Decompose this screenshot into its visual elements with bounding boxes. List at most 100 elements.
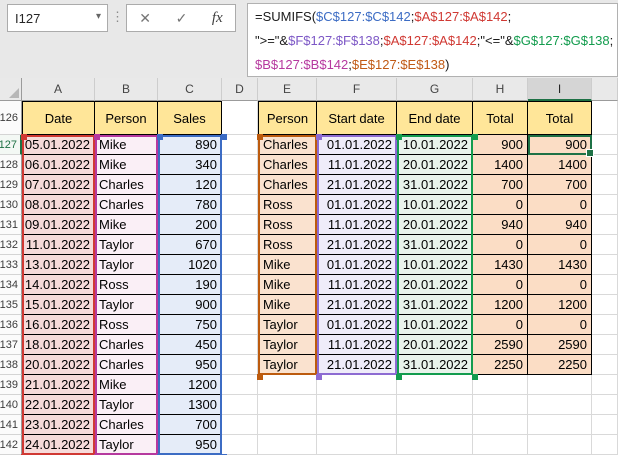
row-header-142[interactable]: 142 xyxy=(0,435,22,455)
cancel-icon[interactable]: ✕ xyxy=(139,10,151,27)
cell-G136[interactable]: 10.01.2022 xyxy=(397,315,473,335)
cell-B130[interactable]: Charles xyxy=(95,195,158,215)
cell-I142[interactable] xyxy=(528,435,592,455)
row-header-141[interactable]: 141 xyxy=(0,415,22,435)
cell-E135[interactable]: Mike xyxy=(258,295,317,315)
column-header-E[interactable]: E xyxy=(258,78,317,101)
cell-A126[interactable]: Date xyxy=(22,101,95,135)
cell-I134[interactable]: 0 xyxy=(528,275,592,295)
cell-I139[interactable] xyxy=(528,375,592,395)
cell-F140[interactable] xyxy=(317,395,397,415)
cell-A134[interactable]: 14.01.2022 xyxy=(22,275,95,295)
cell-A135[interactable]: 15.01.2022 xyxy=(22,295,95,315)
row-header-138[interactable]: 138 xyxy=(0,355,22,375)
cell-I137[interactable]: 2590 xyxy=(528,335,592,355)
cell-B129[interactable]: Charles xyxy=(95,175,158,195)
cell-G128[interactable]: 20.01.2022 xyxy=(397,155,473,175)
cell-F132[interactable]: 21.01.2022 xyxy=(317,235,397,255)
cell-C129[interactable]: 120 xyxy=(158,175,222,195)
cell-I130[interactable]: 0 xyxy=(528,195,592,215)
cell-E129[interactable]: Charles xyxy=(258,175,317,195)
cell-G137[interactable]: 20.01.2022 xyxy=(397,335,473,355)
cell-D129[interactable] xyxy=(222,175,258,195)
cell-B127[interactable]: Mike xyxy=(95,135,158,155)
range-handle[interactable] xyxy=(396,134,402,140)
cell-H127[interactable]: 900 xyxy=(473,135,528,155)
row-header-134[interactable]: 134 xyxy=(0,275,22,295)
cell-F130[interactable]: 01.01.2022 xyxy=(317,195,397,215)
cell-B133[interactable]: Taylor xyxy=(95,255,158,275)
cell-D136[interactable] xyxy=(222,315,258,335)
cell-H135[interactable]: 1200 xyxy=(473,295,528,315)
cell-G142[interactable] xyxy=(397,435,473,455)
cell-A142[interactable]: 24.01.2022 xyxy=(22,435,95,455)
cell-C130[interactable]: 780 xyxy=(158,195,222,215)
cell-B138[interactable]: Charles xyxy=(95,355,158,375)
cell-F127[interactable]: 01.01.2022 xyxy=(317,135,397,155)
column-header-I[interactable]: I xyxy=(528,78,592,101)
column-header-H[interactable]: H xyxy=(473,78,528,101)
cell-A132[interactable]: 11.01.2022 xyxy=(22,235,95,255)
cell-H138[interactable]: 2250 xyxy=(473,355,528,375)
range-handle[interactable] xyxy=(257,134,263,140)
cell-B136[interactable]: Ross xyxy=(95,315,158,335)
cell-I133[interactable]: 1430 xyxy=(528,255,592,275)
row-header-139[interactable]: 139 xyxy=(0,375,22,395)
cell-A136[interactable]: 16.01.2022 xyxy=(22,315,95,335)
range-handle[interactable] xyxy=(157,134,163,140)
cell-D140[interactable] xyxy=(222,395,258,415)
cell-H131[interactable]: 940 xyxy=(473,215,528,235)
cell-B126[interactable]: Person xyxy=(95,101,158,135)
cell-C142[interactable]: 950 xyxy=(158,435,222,455)
cell-A129[interactable]: 07.01.2022 xyxy=(22,175,95,195)
cell-H140[interactable] xyxy=(473,395,528,415)
column-header-D[interactable]: D xyxy=(222,78,258,101)
cell-I126[interactable]: Total xyxy=(528,101,592,135)
cell-partial133[interactable] xyxy=(592,255,618,275)
cell-I132[interactable]: 0 xyxy=(528,235,592,255)
range-handle[interactable] xyxy=(94,134,100,140)
cell-C137[interactable]: 450 xyxy=(158,335,222,355)
column-header-F[interactable]: F xyxy=(317,78,397,101)
row-header-126[interactable]: 126 xyxy=(0,101,22,135)
cell-D135[interactable] xyxy=(222,295,258,315)
range-handle[interactable] xyxy=(396,374,402,380)
cell-B139[interactable]: Mike xyxy=(95,375,158,395)
cell-C138[interactable]: 950 xyxy=(158,355,222,375)
cell-I138[interactable]: 2250 xyxy=(528,355,592,375)
range-handle[interactable] xyxy=(316,374,322,380)
cell-H142[interactable] xyxy=(473,435,528,455)
cell-I140[interactable] xyxy=(528,395,592,415)
cell-D126[interactable] xyxy=(222,101,258,135)
cell-partial130[interactable] xyxy=(592,195,618,215)
cell-G131[interactable]: 20.01.2022 xyxy=(397,215,473,235)
cell-H133[interactable]: 1430 xyxy=(473,255,528,275)
row-header-130[interactable]: 130 xyxy=(0,195,22,215)
cell-D131[interactable] xyxy=(222,215,258,235)
row-header-127[interactable]: 127 xyxy=(0,135,22,155)
cell-partial139[interactable] xyxy=(592,375,618,395)
cell-E132[interactable]: Ross xyxy=(258,235,317,255)
range-handle[interactable] xyxy=(221,134,227,140)
cell-E138[interactable]: Taylor xyxy=(258,355,317,375)
cell-G140[interactable] xyxy=(397,395,473,415)
cell-D141[interactable] xyxy=(222,415,258,435)
cell-D130[interactable] xyxy=(222,195,258,215)
cell-partial141[interactable] xyxy=(592,415,618,435)
cell-A131[interactable]: 09.01.2022 xyxy=(22,215,95,235)
cell-D142[interactable] xyxy=(222,435,258,455)
cell-G134[interactable]: 20.01.2022 xyxy=(397,275,473,295)
cell-F141[interactable] xyxy=(317,415,397,435)
cell-partial129[interactable] xyxy=(592,175,618,195)
cell-I129[interactable]: 700 xyxy=(528,175,592,195)
cell-partial127[interactable] xyxy=(592,135,618,155)
cell-B141[interactable]: Charles xyxy=(95,415,158,435)
cell-H128[interactable]: 1400 xyxy=(473,155,528,175)
cell-G127[interactable]: 10.01.2022 xyxy=(397,135,473,155)
cell-C141[interactable]: 700 xyxy=(158,415,222,435)
cell-partial136[interactable] xyxy=(592,315,618,335)
cell-A141[interactable]: 23.01.2022 xyxy=(22,415,95,435)
cell-F142[interactable] xyxy=(317,435,397,455)
cell-B137[interactable]: Charles xyxy=(95,335,158,355)
range-handle[interactable] xyxy=(316,134,322,140)
